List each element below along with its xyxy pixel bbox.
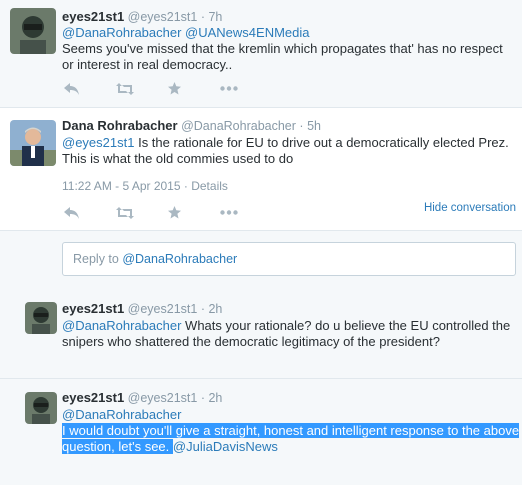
tweet-3: eyes21st1 @eyes21st1 · 2h @DanaRohrabach… <box>0 289 522 379</box>
tweet-time[interactable]: 2h <box>208 391 222 405</box>
timestamp[interactable]: 11:22 AM - 5 Apr 2015 <box>62 179 181 193</box>
tweet-text-line: Whats your rationale? do u believe the E… <box>181 318 511 333</box>
tweet-time[interactable]: 7h <box>208 10 222 24</box>
author-handle[interactable]: @eyes21st1 <box>128 10 198 24</box>
tweet-text: @DanaRohrabacher Whats your rationale? d… <box>62 318 517 350</box>
mention-link[interactable]: @eyes21st1 <box>62 135 134 150</box>
tweet-text: @DanaRohrabacher I would doubt you'll gi… <box>62 407 520 455</box>
favorite-icon[interactable] <box>168 206 220 219</box>
tweet-header: eyes21st1 @eyes21st1 · 2h <box>62 301 222 316</box>
retweet-icon[interactable] <box>116 82 168 95</box>
tweet-time[interactable]: 5h <box>307 119 321 133</box>
author-name[interactable]: eyes21st1 <box>62 301 124 316</box>
hide-conversation-link[interactable]: Hide conversation <box>424 202 516 214</box>
reply-mention: @DanaRohrabacher <box>122 252 238 266</box>
separator: · <box>183 179 188 193</box>
tweet-4: eyes21st1 @eyes21st1 · 2h @DanaRohrabach… <box>0 380 522 485</box>
separator: · <box>299 119 304 133</box>
avatar[interactable] <box>25 392 57 424</box>
separator: · <box>200 302 205 316</box>
tweet-2: Dana Rohrabacher @DanaRohrabacher · 5h @… <box>0 108 522 231</box>
mention-link[interactable]: @JuliaDavisNews <box>173 439 278 454</box>
selected-text: question, let's see. <box>62 439 173 454</box>
author-name[interactable]: eyes21st1 <box>62 390 124 405</box>
more-icon[interactable] <box>220 86 272 91</box>
tweet-time[interactable]: 2h <box>208 302 222 316</box>
tweet-header: eyes21st1 @eyes21st1 · 7h <box>62 9 222 24</box>
author-name[interactable]: eyes21st1 <box>62 9 124 24</box>
favorite-icon[interactable] <box>168 82 220 95</box>
mention-link[interactable]: @DanaRohrabacher <box>62 318 181 333</box>
author-handle[interactable]: @DanaRohrabacher <box>181 119 296 133</box>
tweet-text: @DanaRohrabacher @UANews4ENMedia Seems y… <box>62 25 517 73</box>
reply-icon[interactable] <box>64 82 116 95</box>
tweet-text-line: Is the rationale for EU to drive out a d… <box>134 135 509 150</box>
tweet-header: Dana Rohrabacher @DanaRohrabacher · 5h <box>62 118 321 133</box>
separator: · <box>200 10 205 24</box>
avatar[interactable] <box>25 302 57 334</box>
tweet-actions <box>64 82 272 95</box>
tweet-text: @eyes21st1 Is the rationale for EU to dr… <box>62 135 517 167</box>
author-handle[interactable]: @eyes21st1 <box>128 302 198 316</box>
tweet-1: eyes21st1 @eyes21st1 · 7h @DanaRohrabach… <box>0 0 522 108</box>
tweet-text-line: or interest in real democracy.. <box>62 57 233 72</box>
tweet-text-line: Seems you've missed that the kremlin whi… <box>62 41 503 56</box>
mention-link[interactable]: @DanaRohrabacher <box>62 407 181 422</box>
tweet-text-line: This is what the old commies used to do <box>62 151 294 166</box>
tweet-header: eyes21st1 @eyes21st1 · 2h <box>62 390 222 405</box>
tweet-timestamp: 11:22 AM - 5 Apr 2015 · Details <box>62 179 228 193</box>
more-icon[interactable] <box>220 210 272 215</box>
tweet-text-line: snipers who shattered the democratic leg… <box>62 334 440 349</box>
author-handle[interactable]: @eyes21st1 <box>128 391 198 405</box>
author-name[interactable]: Dana Rohrabacher <box>62 118 178 133</box>
mention-link[interactable]: @DanaRohrabacher @UANews4ENMedia <box>62 25 310 40</box>
details-link[interactable]: Details <box>191 179 228 193</box>
reply-prefix: Reply to <box>73 252 123 266</box>
separator: · <box>200 391 205 405</box>
reply-input[interactable]: Reply to @DanaRohrabacher <box>62 242 516 276</box>
selected-text: I would doubt you'll give a straight, ho… <box>62 423 520 438</box>
reply-icon[interactable] <box>64 206 116 219</box>
tweet-actions <box>64 206 272 219</box>
avatar[interactable] <box>10 8 56 54</box>
retweet-icon[interactable] <box>116 206 168 219</box>
avatar[interactable] <box>10 120 56 166</box>
